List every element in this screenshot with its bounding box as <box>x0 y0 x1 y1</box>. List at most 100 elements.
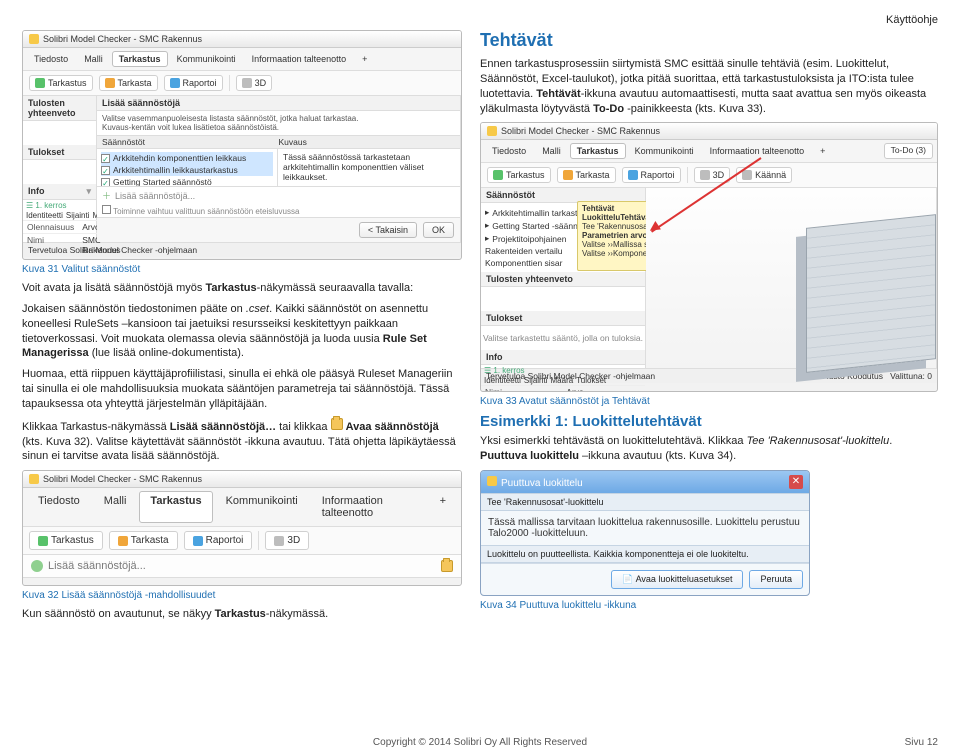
tab-tarkastus[interactable]: Tarkastus <box>139 491 212 523</box>
fig33-caption: Kuva 33 Avatut säännöstöt ja Tehtävät <box>480 396 938 407</box>
tab-plus[interactable]: + <box>355 51 374 67</box>
ribbon-tarkastus[interactable]: Tarkastus <box>29 75 93 91</box>
label: 3D <box>255 78 267 88</box>
add-rules-label: Lisää säännöstöjä... <box>48 560 146 572</box>
tab-tarkastus[interactable]: Tarkastus <box>112 51 168 67</box>
tab-malli[interactable]: Malli <box>535 143 568 159</box>
page-footer: Copyright © 2014 Solibri Oy All Rights R… <box>0 737 960 748</box>
tab-kommunikointi[interactable]: Kommunikointi <box>215 491 309 523</box>
rule-row[interactable]: Arkkitehdin komponenttien leikkaus <box>101 152 273 164</box>
tab-informaatio[interactable]: Informaation talteenotto <box>245 51 354 67</box>
label: Raportoi <box>183 78 217 88</box>
ribbon-3d[interactable]: 3D <box>236 75 273 91</box>
label: Raportoi <box>206 535 244 546</box>
add-more-link[interactable]: Lisää säännöstöjä... <box>115 191 195 201</box>
separator <box>229 75 230 91</box>
fig32-menu: Tiedosto Malli Tarkastus Kommunikointi I… <box>23 488 461 527</box>
tab-tiedosto[interactable]: Tiedosto <box>27 51 75 67</box>
tab-malli[interactable]: Malli <box>93 491 138 523</box>
tab-kommunikointi[interactable]: Kommunikointi <box>170 51 243 67</box>
dialog-title-bar: Puuttuva luokittelu ✕ <box>481 471 809 493</box>
label: Tarkasta <box>118 78 152 88</box>
fig31-caption: Kuva 31 Valitut säännöstöt <box>22 264 462 275</box>
tab-malli[interactable]: Malli <box>77 51 110 67</box>
col-header: Kuvaus <box>279 137 456 147</box>
open-settings-button[interactable]: 📄 Avaa luokitteluasetukset <box>611 570 743 589</box>
body-text: Yksi esimerkki tehtävästä on luokittelut… <box>480 434 938 464</box>
tab-plus[interactable]: + <box>429 491 457 523</box>
rule-row[interactable]: Getting Started säännöstö <box>101 176 273 186</box>
add-rules-hint: Valitse vasemmanpuoleisesta listasta sää… <box>97 111 460 135</box>
play-icon <box>105 78 115 88</box>
ribbon-raportoi[interactable]: Raportoi <box>164 75 223 91</box>
building-model <box>806 214 936 373</box>
add-rules-row[interactable]: Lisää säännöstöjä... <box>23 555 461 578</box>
ribbon-tarkasta[interactable]: Tarkasta <box>557 167 616 183</box>
app-title: Solibri Model Checker - SMC Rakennus <box>43 34 202 44</box>
dialog-body: Tässä mallissa tarvitaan luokittelua rak… <box>481 511 809 545</box>
label: Tarkastus <box>51 535 94 546</box>
body-text: Jokaisen säännöstön tiedostonimen pääte … <box>22 302 462 361</box>
add-rules-title: Lisää säännöstöjä <box>97 96 460 111</box>
fig33-window: Solibri Model Checker - SMC Rakennus Tie… <box>480 122 938 392</box>
statusbar: Tervetuloa Solibri Model Checker -ohjelm… <box>23 242 461 257</box>
close-icon[interactable]: ✕ <box>789 475 803 489</box>
play-icon <box>563 170 573 180</box>
tab-informaatio[interactable]: Informaation talteenotto <box>703 143 812 159</box>
ribbon-tarkasta[interactable]: Tarkasta <box>99 75 158 91</box>
label: Käännä <box>755 170 786 180</box>
tab-tarkastus[interactable]: Tarkastus <box>570 143 626 159</box>
fig32-window: Solibri Model Checker - SMC Rakennus Tie… <box>22 470 462 586</box>
label: Raportoi <box>641 170 675 180</box>
tab-kommunikointi[interactable]: Kommunikointi <box>628 143 701 159</box>
cube-icon <box>700 170 710 180</box>
ribbon-raportoi[interactable]: Raportoi <box>184 531 253 550</box>
cancel-button[interactable]: Peruuta <box>749 570 803 589</box>
ribbon-tarkastus[interactable]: Tarkastus <box>487 167 551 183</box>
col-header: Säännöstöt <box>102 137 279 147</box>
app-title: Solibri Model Checker - SMC Rakennus <box>43 474 202 484</box>
tab-tiedosto[interactable]: Tiedosto <box>485 143 533 159</box>
open-folder-icon[interactable] <box>441 560 453 572</box>
3d-view[interactable] <box>646 188 937 368</box>
dialog-footnote: Luokittelu on puutteellista. Kaikkia kom… <box>481 545 809 563</box>
report-icon <box>193 536 203 546</box>
plus-icon <box>31 560 43 572</box>
body-text: Klikkaa Tarkastus-näkymässä Lisää säännö… <box>22 418 462 465</box>
fig31-window: Solibri Model Checker - SMC Rakennus Tie… <box>22 30 462 260</box>
body-text: Voit avata ja lisätä säännöstöjä myös Ta… <box>22 281 462 296</box>
section-title-tehtavat: Tehtävät <box>480 30 938 51</box>
fig31-menu: Tiedosto Malli Tarkastus Kommunikointi I… <box>23 48 461 71</box>
cube-icon <box>242 78 252 88</box>
body-text: Ennen tarkastusprosessiin siirtymistä SM… <box>480 57 938 116</box>
ribbon-tarkasta[interactable]: Tarkasta <box>109 531 178 550</box>
ribbon-tarkastus[interactable]: Tarkastus <box>29 531 103 550</box>
app-icon <box>29 474 39 484</box>
panel-yhteenveto: Tulosten yhteenveto <box>23 96 96 121</box>
doc-header: Käyttöohje <box>22 14 938 26</box>
panel-tulokset: Tulokset <box>481 311 645 326</box>
fig31-ribbon: Tarkastus Tarkasta Raportoi 3D <box>23 71 461 96</box>
app-icon <box>29 34 39 44</box>
ribbon-raportoi[interactable]: Raportoi <box>622 167 681 183</box>
panel-yhteenveto: Tulosten yhteenveto <box>481 272 645 287</box>
rule-description: Tässä säännöstössä tarkastetaan arkkiteh… <box>278 149 460 186</box>
todo-button[interactable]: To-Do (3) <box>884 143 933 159</box>
rotate-icon <box>742 170 752 180</box>
tab-tiedosto[interactable]: Tiedosto <box>27 491 91 523</box>
ribbon-3d[interactable]: 3D <box>265 531 309 550</box>
label: 3D <box>287 535 300 546</box>
label: Tarkasta <box>131 535 169 546</box>
rule-row[interactable]: Arkkitehtimallin leikkaustarkastus <box>101 164 273 176</box>
back-button[interactable]: < Takaisin <box>359 222 417 238</box>
check-icon <box>38 536 48 546</box>
report-icon <box>628 170 638 180</box>
fig34-dialog: Puuttuva luokittelu ✕ Tee 'Rakennusosat'… <box>480 470 810 596</box>
cube-icon <box>274 536 284 546</box>
fig32-caption: Kuva 32 Lisää säännöstöjä -mahdollisuude… <box>22 590 462 601</box>
tab-plus[interactable]: + <box>813 143 832 159</box>
tab-informaatio[interactable]: Informaation talteenotto <box>311 491 427 523</box>
body-text: Kun säännöstö on avautunut, se näkyy Tar… <box>22 607 462 622</box>
check-icon <box>35 78 45 88</box>
ok-button[interactable]: OK <box>423 222 454 238</box>
